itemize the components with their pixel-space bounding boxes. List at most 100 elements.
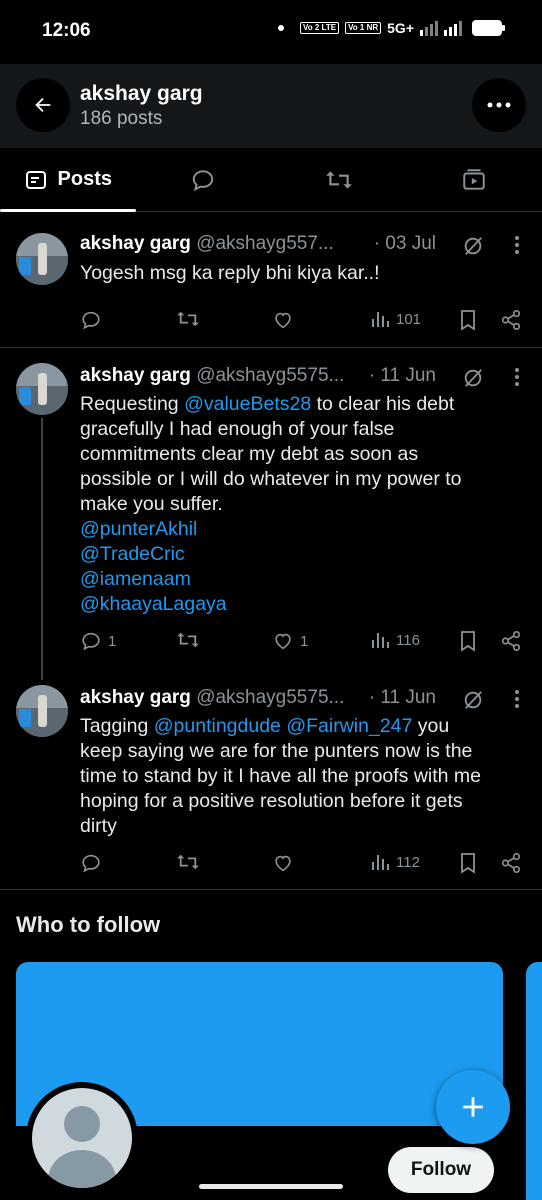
status-bar: 12:06 Vo 2 LTE Vo 1 NR 5G+ <box>0 0 542 64</box>
tweet-author-name[interactable]: akshay garg <box>80 365 191 386</box>
reply-button[interactable] <box>80 309 108 331</box>
signal-1-icon <box>420 20 438 36</box>
tweet[interactable]: akshay garg @akshayg557... · 03 Jul Yoge… <box>0 213 542 348</box>
tab-posts[interactable]: Posts <box>0 148 136 212</box>
tweet-date[interactable]: · 11 Jun <box>369 687 436 709</box>
views-button[interactable]: 112 <box>370 852 420 872</box>
more-vertical-icon[interactable] <box>514 235 520 255</box>
tweet-author-handle[interactable]: @akshayg557... <box>196 233 334 254</box>
share-button[interactable] <box>500 309 522 331</box>
tweet-header: akshay garg @akshayg557... · 03 Jul <box>80 233 526 257</box>
profile-header: akshay garg 186 posts <box>0 64 542 148</box>
tweet-line: @TradeCric <box>80 542 528 567</box>
tweet[interactable]: akshay garg @akshayg5575... · 11 Jun Tag… <box>0 677 542 890</box>
heart-icon <box>275 312 291 329</box>
avatar[interactable] <box>16 685 68 737</box>
mention-link[interactable]: @valueBets28 <box>184 393 311 415</box>
tweet[interactable]: akshay garg @akshayg5575... · 11 Jun Req… <box>0 349 542 677</box>
battery-icon <box>472 20 505 36</box>
mention-link[interactable]: @TradeCric <box>80 543 185 565</box>
share-icon <box>501 310 521 330</box>
like-button[interactable] <box>272 309 300 331</box>
analytics-icon <box>372 855 389 870</box>
profile-name: akshay garg <box>80 82 203 105</box>
back-button[interactable] <box>16 78 70 132</box>
heart-icon <box>275 633 291 650</box>
views-button[interactable]: 116 <box>370 630 420 650</box>
tweet-date[interactable]: · 03 Jul <box>374 233 436 255</box>
tweet-author-name[interactable]: akshay garg <box>80 687 191 708</box>
views-button[interactable]: 101 <box>370 309 421 329</box>
posts-icon <box>25 170 46 189</box>
media-icon <box>463 168 485 190</box>
reply-icon <box>82 854 100 873</box>
sim2-volte-icon: Vo 1 NR <box>345 22 382 34</box>
view-count: 101 <box>396 310 422 328</box>
more-button[interactable] <box>472 78 526 132</box>
tab-reposts[interactable] <box>271 148 407 211</box>
mention-link[interactable]: @khaayaLagaya <box>80 593 227 615</box>
avatar[interactable] <box>16 363 68 415</box>
tweet-line: keep saying we are for the punters now i… <box>80 740 473 762</box>
tweet-author-name[interactable]: akshay garg <box>80 233 191 254</box>
retweet-icon <box>177 854 199 870</box>
active-tab-indicator <box>0 209 136 212</box>
tweet-line: Tagging @puntingdude @Fairwin_247 you <box>80 715 450 737</box>
tweet-line: dirty <box>80 815 117 837</box>
view-count: 112 <box>396 853 420 871</box>
follow-button[interactable]: Follow <box>388 1147 494 1193</box>
tab-media[interactable] <box>407 148 542 211</box>
profile-tabs: Posts <box>0 148 542 212</box>
bookmark-button[interactable] <box>458 630 478 652</box>
notification-dot-icon <box>278 25 285 31</box>
tweet-author-handle[interactable]: @akshayg5575... <box>196 687 344 708</box>
grok-icon[interactable] <box>462 367 484 389</box>
bookmark-icon <box>461 310 475 331</box>
analytics-icon <box>372 312 389 327</box>
home-indicator[interactable] <box>199 1184 343 1189</box>
tweet-line: @iamenaam <box>80 567 528 592</box>
mention-link[interactable]: @Fairwin_247 <box>286 715 412 737</box>
more-vertical-icon[interactable] <box>514 689 520 709</box>
mention-link[interactable]: @iamenaam <box>80 568 191 590</box>
tab-replies[interactable] <box>136 148 272 211</box>
bookmark-button[interactable] <box>458 852 478 874</box>
reply-button[interactable]: 1 <box>80 630 116 652</box>
tweet-line: @punterAkhil <box>80 517 528 542</box>
retweet-icon <box>325 170 352 189</box>
share-button[interactable] <box>500 630 522 652</box>
suggested-user-avatar[interactable] <box>26 1082 138 1194</box>
default-avatar-icon <box>32 1088 132 1188</box>
share-button[interactable] <box>500 852 522 874</box>
reply-icon <box>82 632 100 651</box>
bookmark-button[interactable] <box>458 309 478 331</box>
grok-icon[interactable] <box>462 689 484 711</box>
share-icon <box>501 853 521 873</box>
tweet-text: Tagging @puntingdude @Fairwin_247 you ke… <box>80 714 528 839</box>
retweet-button[interactable] <box>176 852 206 872</box>
retweet-button[interactable] <box>176 630 206 650</box>
more-vertical-icon[interactable] <box>514 367 520 387</box>
tweet-author-handle[interactable]: @akshayg5575... <box>196 365 344 386</box>
retweet-button[interactable] <box>176 309 206 329</box>
mention-link[interactable]: @punterAkhil <box>80 518 197 540</box>
tweet-date[interactable]: · 11 Jun <box>369 365 436 387</box>
tweet-line: time to stand by it I have all the proof… <box>80 765 482 787</box>
tweet-actions: 101 <box>80 309 528 335</box>
tab-posts-label: Posts <box>57 168 112 190</box>
sim1-volte-icon: Vo 2 LTE <box>300 22 340 34</box>
post-count: 186 posts <box>80 108 163 129</box>
like-button[interactable] <box>272 852 300 874</box>
reply-icon <box>82 311 100 330</box>
arrow-left-icon <box>35 97 51 113</box>
tweet-line: hoping for a positive resolution before … <box>80 790 463 812</box>
avatar[interactable] <box>16 233 68 285</box>
grok-icon[interactable] <box>462 235 484 257</box>
like-button[interactable]: 1 <box>272 630 308 652</box>
tweet-text-segment: Yogesh msg ka reply bhi kiya kar..! <box>80 262 380 284</box>
follow-suggestion-card-next[interactable] <box>526 962 542 1200</box>
compose-button[interactable] <box>436 1070 510 1144</box>
mention-link[interactable]: @puntingdude <box>154 715 281 737</box>
tweet-text: Requesting @valueBets28 to clear his deb… <box>80 392 528 617</box>
reply-button[interactable] <box>80 852 108 874</box>
